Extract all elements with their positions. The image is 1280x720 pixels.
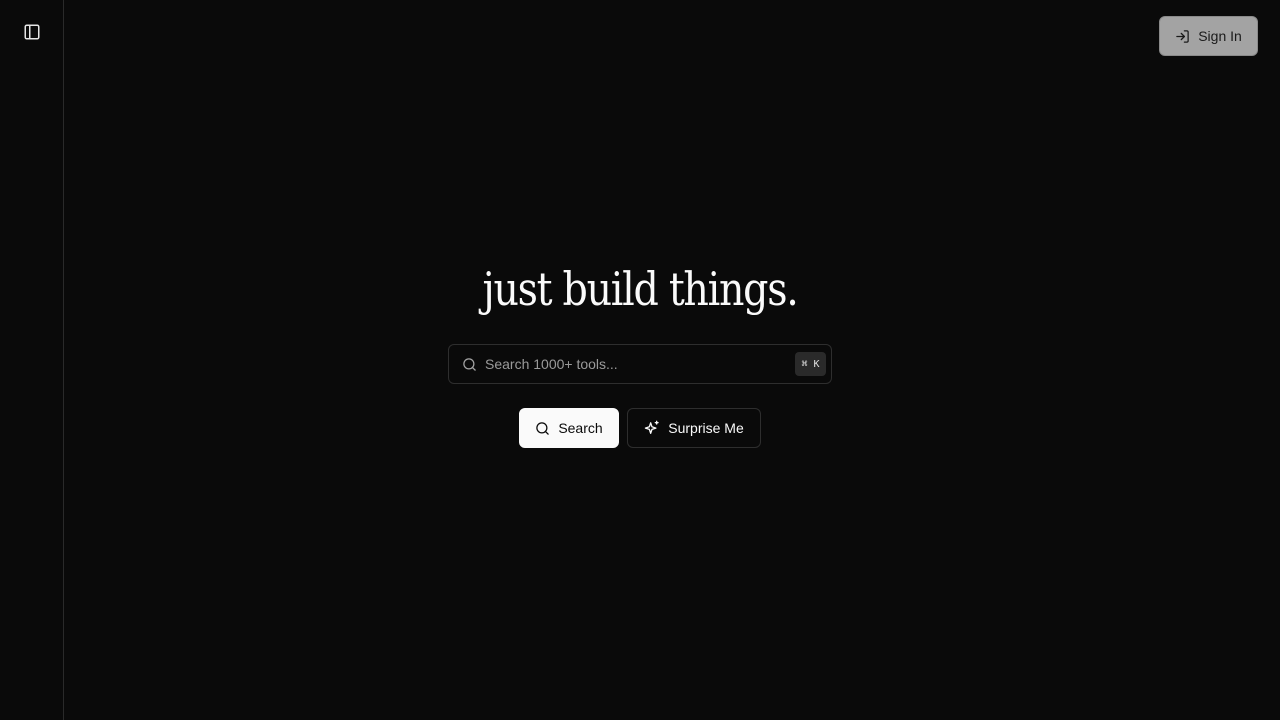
sidebar xyxy=(0,0,64,720)
sign-in-label: Sign In xyxy=(1198,28,1242,44)
search-input[interactable] xyxy=(485,345,795,383)
surprise-me-button[interactable]: Surprise Me xyxy=(627,408,761,448)
panel-left-icon xyxy=(23,23,41,41)
keyboard-shortcut-hint: ⌘ K xyxy=(795,352,826,376)
app-root: Sign In just build things. ⌘ K Search xyxy=(0,0,1280,720)
sign-in-button[interactable]: Sign In xyxy=(1159,16,1258,56)
hero-title: just build things. xyxy=(482,262,798,316)
search-icon xyxy=(462,357,477,372)
sidebar-toggle-button[interactable] xyxy=(16,16,48,48)
surprise-me-label: Surprise Me xyxy=(668,420,744,436)
search-icon xyxy=(535,421,550,436)
sparkles-icon xyxy=(644,420,660,436)
search-button[interactable]: Search xyxy=(519,408,619,448)
search-box[interactable]: ⌘ K xyxy=(448,344,832,384)
log-in-icon xyxy=(1175,29,1190,44)
search-button-label: Search xyxy=(558,420,603,436)
